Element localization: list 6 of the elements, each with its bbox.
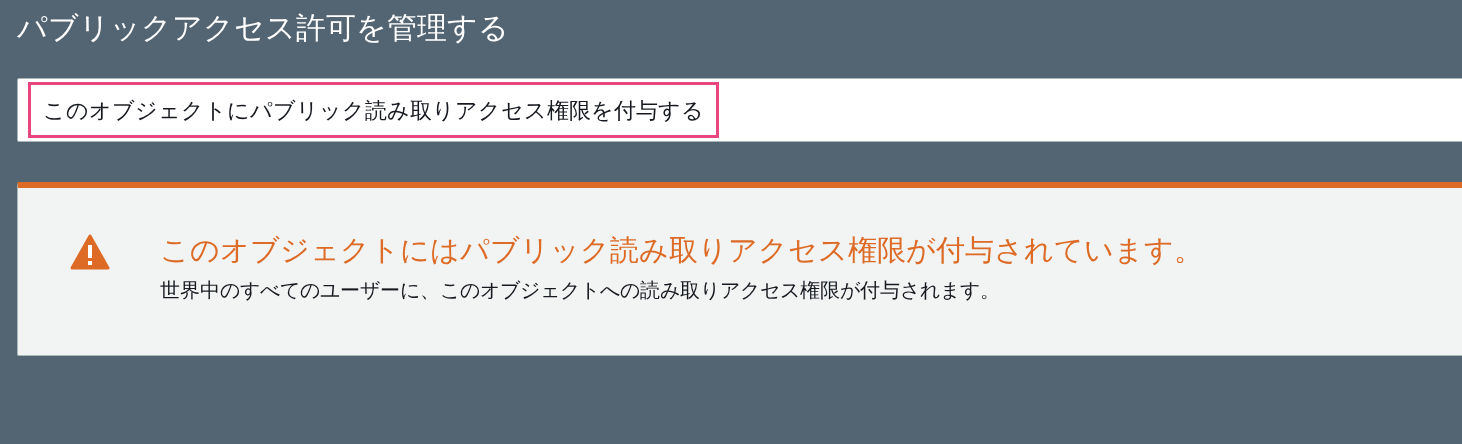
warning-icon <box>70 234 110 270</box>
alert-message: 世界中のすべてのユーザーに、このオブジェクトへの読み取りアクセス権限が付与されます。 <box>160 277 1001 304</box>
alert-heading: このオブジェクトにはパブリック読み取りアクセス権限が付与されています。 <box>160 232 1203 269</box>
select-field[interactable]: このオブジェクトにパブリック読み取りアクセス権限を付与する <box>17 78 1462 142</box>
page-title: パブリックアクセス許可を管理する <box>17 9 510 47</box>
select-value: このオブジェクトにパブリック読み取りアクセス権限を付与する <box>28 82 719 138</box>
